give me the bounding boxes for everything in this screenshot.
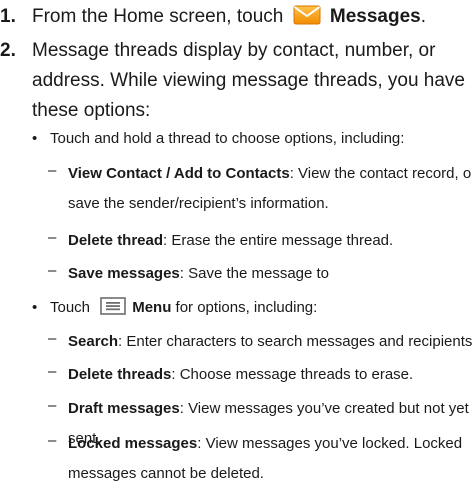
description: : Enter characters to search messages an… (118, 333, 472, 350)
instructions-page: 1. From the Home screen, touch Messages.… (0, 0, 472, 492)
description: : Erase the entire message thread. (163, 232, 394, 249)
dash-symbol: – (48, 262, 57, 279)
dash-symbol: – (48, 330, 57, 347)
dash-symbol: – (48, 162, 57, 179)
messages-envelope-icon (293, 5, 321, 25)
step-2-line: these options: (32, 100, 151, 121)
menu-label: Menu (132, 299, 172, 316)
sub-item-text: Search: Enter characters to search messa… (68, 330, 472, 354)
step-1-text-before: From the Home screen, touch (32, 6, 284, 27)
step-text: Message threads display by contact, numb… (32, 36, 465, 126)
bullet-text-before: Touch (50, 299, 91, 316)
description-continued: messages cannot be deleted. (68, 465, 264, 482)
step-number: 2. (0, 40, 16, 61)
description: : View the contact record, or (289, 165, 472, 182)
description: : View messages you’ve created but not y… (179, 400, 469, 417)
description: : View messages you’ve locked. Locked (197, 435, 463, 452)
term: Delete thread (68, 232, 164, 249)
term: Search (68, 333, 119, 350)
menu-key-icon (100, 297, 127, 315)
sub-item: – Delete threads: Choose message threads… (48, 363, 468, 389)
sub-item: – View Contact / Add to Contacts: View t… (48, 162, 472, 222)
sub-item-text: View Contact / Add to Contacts: View the… (68, 162, 472, 216)
step-1-text-after: . (420, 6, 427, 27)
description-continued: save the sender/recipient’s information. (68, 195, 329, 212)
bullet-text: Touch and hold a thread to choose option… (50, 130, 405, 147)
sub-item: – Search: Enter characters to search mes… (48, 330, 472, 356)
sub-item-text: Delete threads: Choose message threads t… (68, 363, 413, 387)
term: Save messages (68, 265, 180, 282)
step-number: 1. (0, 6, 16, 27)
bullet-item: • Touch and hold a thread to choose optio… (32, 127, 404, 151)
messages-label: Messages (329, 6, 421, 27)
dash-symbol: – (48, 397, 57, 414)
step-text: From the Home screen, touch Messages. (32, 2, 426, 32)
description: : Choose message threads to erase. (171, 366, 414, 383)
dash-symbol: – (48, 432, 57, 449)
sub-item-text: Delete thread: Erase the entire message … (68, 229, 393, 253)
step-2-line: Message threads display by contact, numb… (32, 40, 436, 61)
term: Draft messages (68, 400, 180, 417)
term: View Contact / Add to Contacts (68, 165, 290, 182)
sub-item-text: Save messages: Save the message to (68, 262, 329, 286)
bullet-item: • Touch Menu for options, including: (32, 296, 317, 320)
sub-item-text: Locked messages: View messages you’ve lo… (68, 432, 462, 486)
step-2-line: address. While viewing message threads, … (32, 70, 466, 91)
dash-symbol: – (48, 229, 57, 246)
dash-symbol: – (48, 363, 57, 380)
term: Locked messages (68, 435, 198, 452)
description: : Save the message to (179, 265, 330, 282)
sub-item: – Save messages: Save the message to (48, 262, 468, 288)
sub-item: – Locked messages: View messages you’ve … (48, 432, 468, 492)
bullet-symbol: • (32, 299, 38, 316)
bullet-text-after: for options, including: (171, 299, 318, 316)
sub-item: – Delete thread: Erase the entire messag… (48, 229, 468, 255)
term: Delete threads (68, 366, 172, 383)
bullet-symbol: • (32, 130, 38, 147)
